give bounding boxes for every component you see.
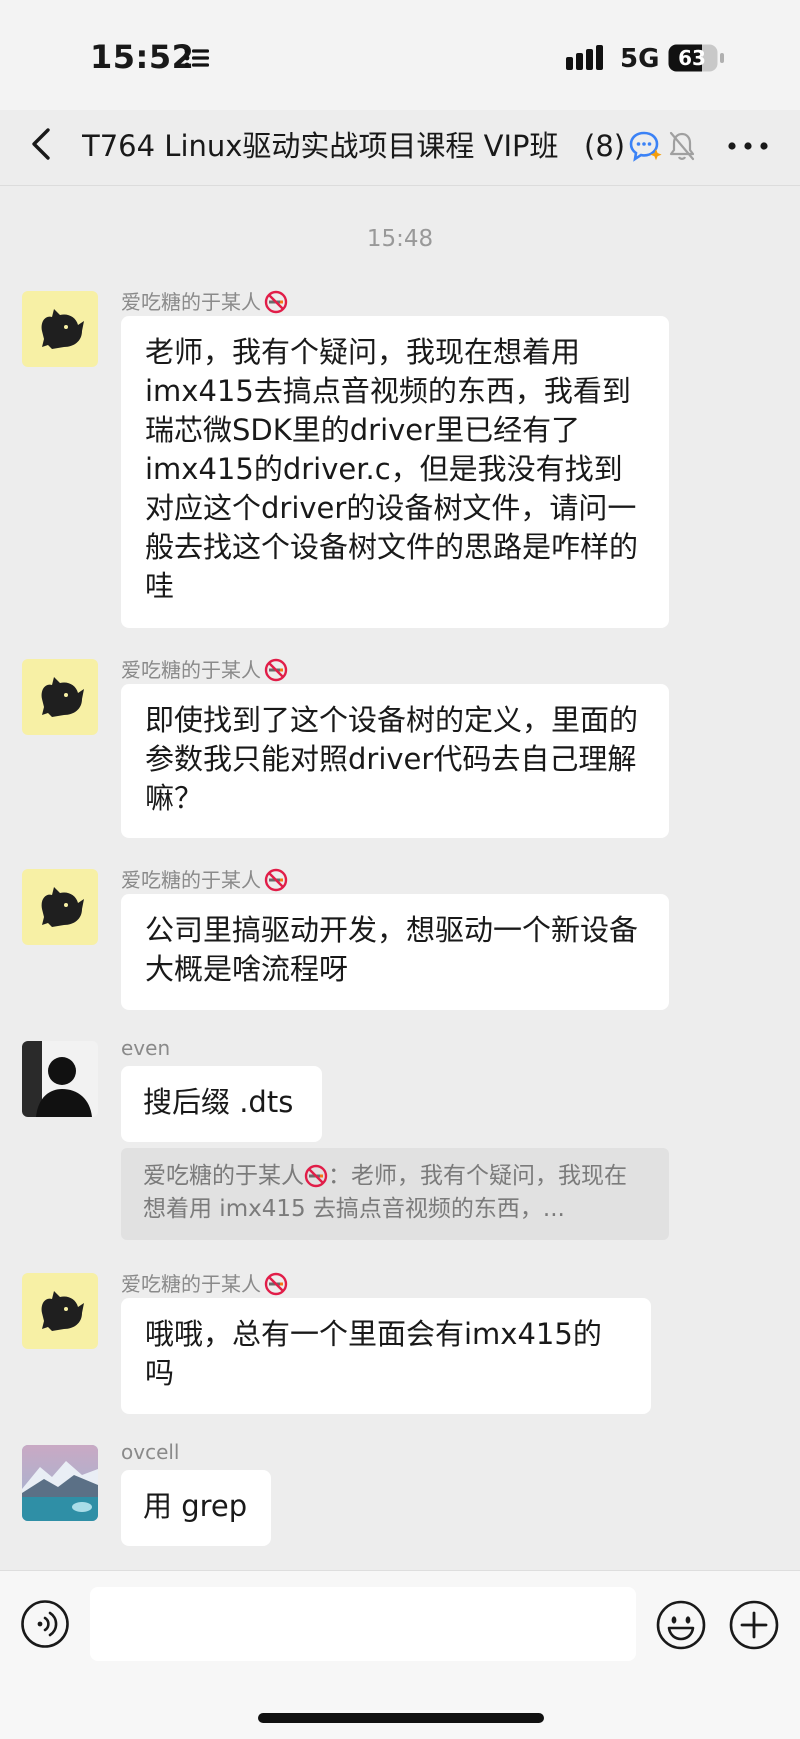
message-bubble[interactable]: 老师，我有个疑问，我现在想着用imx415去搞点音视频的东西，我看到瑞芯微SDK… <box>121 316 669 628</box>
cellular-signal-icon <box>566 45 603 70</box>
sender-name: 爱吃糖的于某人 <box>121 1268 288 1297</box>
message-bubble[interactable]: 用 grep <box>121 1470 271 1546</box>
avatar[interactable] <box>22 1041 98 1117</box>
chat-title: T764 Linux驱动实战项目课程 VIP班 <box>82 129 559 163</box>
focus-list-icon <box>184 48 209 68</box>
more-options-icon[interactable] <box>726 136 770 156</box>
status-time: 15:52 <box>90 38 195 76</box>
message-bubble[interactable]: 搜后缀 .dts <box>121 1066 322 1142</box>
mountain-lake-avatar-icon <box>22 1445 98 1521</box>
chat-header: T764 Linux驱动实战项目课程 VIP班 (8) <box>0 110 800 186</box>
network-type: 5G <box>620 44 660 74</box>
avatar[interactable] <box>22 869 98 945</box>
message-composer <box>0 1570 800 1739</box>
avatar[interactable] <box>22 1445 98 1521</box>
voice-input-icon[interactable] <box>20 1599 70 1649</box>
no-smoking-emoji-icon <box>264 868 288 892</box>
cat-avatar-icon <box>41 1291 84 1331</box>
status-bar: 15:52 5G 63 <box>0 0 800 110</box>
add-attachment-icon[interactable] <box>728 1599 780 1651</box>
message-bubble[interactable]: 哦哦，总有一个里面会有imx415的吗 <box>121 1298 651 1414</box>
sender-name: even <box>121 1036 171 1060</box>
cat-avatar-icon <box>41 677 84 717</box>
chat-assistant-icon[interactable] <box>628 130 662 162</box>
avatar[interactable] <box>22 659 98 735</box>
sender-name: 爱吃糖的于某人 <box>121 654 288 683</box>
home-indicator[interactable] <box>258 1713 544 1723</box>
message-bubble[interactable]: 公司里搞驱动开发，想驱动一个新设备大概是啥流程呀 <box>121 894 669 1010</box>
mute-bell-icon <box>669 131 695 161</box>
battery-level: 63 <box>678 46 706 70</box>
avatar[interactable] <box>22 291 98 367</box>
message-bubble[interactable]: 即使找到了这个设备树的定义，里面的参数我只能对照driver代码去自己理解嘛？ <box>121 684 669 838</box>
emoji-icon[interactable] <box>655 1599 707 1651</box>
cat-avatar-icon <box>41 887 84 927</box>
sender-name: 爱吃糖的于某人 <box>121 864 288 893</box>
message-timestamp: 15:48 <box>366 226 434 252</box>
quoted-sender-name: 爱吃糖的于某人 <box>143 1163 304 1189</box>
message-input[interactable] <box>90 1587 636 1661</box>
no-smoking-emoji-icon <box>264 1272 288 1296</box>
no-smoking-emoji-icon <box>264 290 288 314</box>
quoted-message[interactable]: 爱吃糖的于某人 ：老师，我有个疑问，我现在想着用 imx415 去搞点音视频的东西… <box>121 1148 669 1240</box>
sender-name: ovcell <box>121 1440 180 1464</box>
no-smoking-emoji-icon <box>304 1164 328 1188</box>
back-arrow-icon[interactable] <box>24 124 64 164</box>
no-smoking-emoji-icon <box>264 658 288 682</box>
avatar[interactable] <box>22 1273 98 1349</box>
sender-name: 爱吃糖的于某人 <box>121 286 288 315</box>
cat-avatar-icon <box>41 309 84 349</box>
silhouette-avatar-icon <box>22 1041 98 1117</box>
member-count: (8) <box>582 124 626 168</box>
